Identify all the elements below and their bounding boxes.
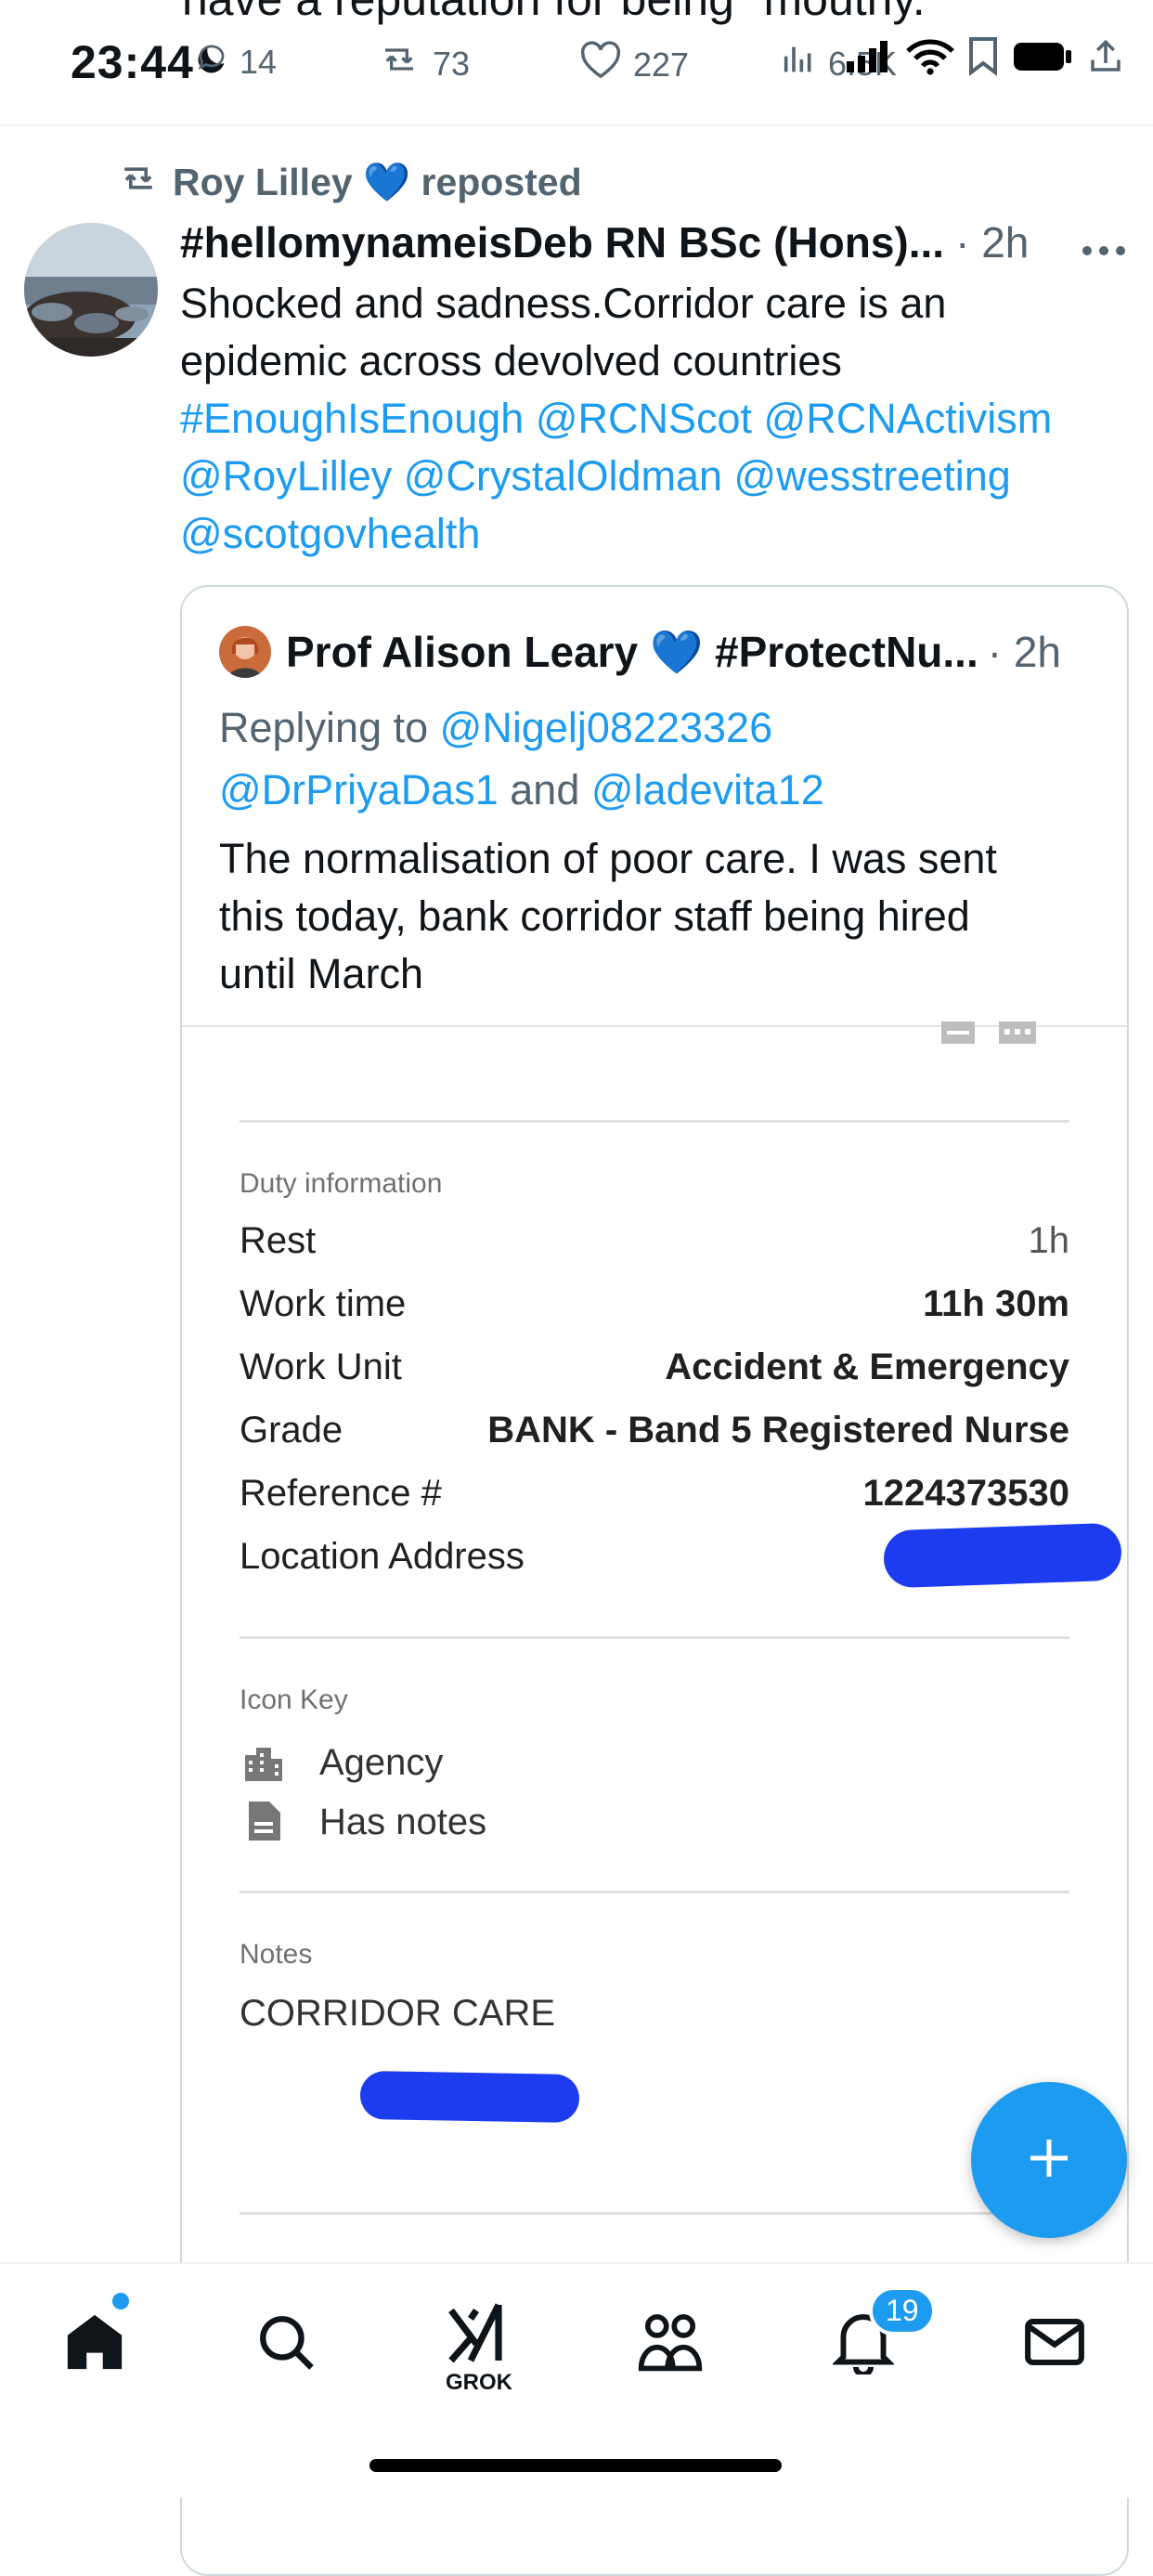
home-icon — [62, 2309, 127, 2379]
notes-icon — [939, 1021, 977, 1054]
signal-icon — [845, 41, 893, 77]
mail-icon — [1024, 2314, 1085, 2374]
duty-grade-label: Grade — [240, 1410, 343, 1451]
duty-information-title: Duty information — [240, 1168, 443, 1199]
duty-rest-value: 1h — [1028, 1220, 1070, 1261]
notes-title: Notes — [240, 1939, 313, 1970]
tweet-text-line: @scotgovhealth — [180, 505, 1118, 563]
nav-home[interactable] — [48, 2297, 141, 2390]
search-icon — [255, 2311, 317, 2377]
reply-count-value: 14 — [240, 42, 278, 81]
grok-label: GROK — [446, 2369, 512, 2395]
tweet-text: Shocked and sadness.Corridor care is an e… — [180, 275, 1118, 563]
nav-communities[interactable] — [624, 2297, 717, 2390]
divider — [240, 1891, 1069, 1893]
icon-key-title: Icon Key — [240, 1685, 348, 1715]
redaction-scribble — [359, 2070, 580, 2124]
divider — [240, 2212, 1069, 2215]
tweet-text-segment: Shocked and sadness.Corridor care is an — [180, 280, 947, 327]
duty-reference-label: Reference # — [240, 1473, 442, 1514]
like-count[interactable]: 227 — [579, 41, 689, 88]
bookmark-icon[interactable] — [967, 37, 999, 81]
notes-text: CORRIDOR CARE — [240, 1993, 556, 2034]
duty-worktime-value: 11h 30m — [923, 1283, 1069, 1324]
nav-grok[interactable]: GROK — [433, 2288, 525, 2409]
icon-key-agency: Agency — [319, 1742, 444, 1783]
author-avatar[interactable] — [24, 223, 158, 357]
system-icons — [845, 37, 1125, 81]
duty-workunit-label: Work Unit — [240, 1347, 402, 1387]
nav-search[interactable] — [240, 2297, 332, 2390]
wifi-icon — [906, 38, 954, 80]
tweet-header: #hellomynameisDeb RN BSc (Hons)... · 2h — [180, 217, 1127, 267]
reply-mention-1[interactable]: @Nigelj08223326 — [440, 704, 772, 751]
building-icon — [243, 1744, 284, 1786]
reply-icon — [195, 41, 228, 83]
plus-icon — [1023, 2132, 1075, 2189]
grok-icon — [446, 2302, 512, 2368]
nav-messages[interactable] — [1008, 2297, 1101, 2390]
tweet-time: · 2h — [955, 218, 1030, 267]
duty-reference-value: 1224373530 — [862, 1473, 1069, 1514]
divider — [240, 1120, 1069, 1123]
duty-location-label: Location Address — [240, 1536, 525, 1577]
home-new-indicator — [110, 2290, 132, 2312]
quoted-text-line: The normalisation of poor care. I was se… — [219, 835, 997, 882]
heart-icon — [579, 41, 622, 88]
author-name[interactable]: #hellomynameisDeb RN BSc (Hons)... — [180, 217, 944, 267]
document-icon — [247, 1800, 282, 1847]
repost-label[interactable]: Roy Lilley 💙 reposted — [173, 161, 582, 205]
agency-icon — [997, 1021, 1038, 1054]
tweet-text-line: Shocked and sadness.Corridor care is an — [180, 275, 1118, 332]
quoted-author-name[interactable]: Prof Alison Leary 💙 #ProtectNu... — [286, 627, 978, 678]
like-count-value: 227 — [633, 45, 690, 84]
notification-badge: 19 — [869, 2286, 936, 2335]
repost-icon — [377, 41, 421, 86]
icon-key-has-notes: Has notes — [319, 1802, 487, 1842]
repost-count[interactable]: 73 — [377, 41, 470, 86]
communities-icon — [636, 2309, 705, 2379]
quoted-text-line: this today, bank corridor staff being hi… — [219, 892, 970, 940]
replying-to: Replying to @Nigelj08223326 @DrPriyaDas1… — [219, 696, 1101, 821]
duty-workunit-value: Accident & Emergency — [665, 1347, 1069, 1387]
tweet-link[interactable]: @RoyLilley @CrystalOldman @wesstreeting — [180, 452, 1011, 500]
quoted-text-line: until March — [219, 950, 424, 997]
redaction-scribble — [882, 1522, 1123, 1589]
repost-icon — [117, 160, 160, 206]
top-status-area: have a reputation for being "mouthy." 23… — [0, 0, 1153, 126]
repost-count-value: 73 — [433, 44, 471, 83]
previous-tweet-text: have a reputation for being "mouthy." — [182, 0, 941, 26]
tweet-link[interactable]: #EnoughIsEnough @RCNScot @RCNActivism — [180, 395, 1052, 442]
status-time: 23:44 — [71, 36, 194, 88]
compose-button[interactable] — [971, 2082, 1127, 2238]
more-icon[interactable] — [1081, 217, 1127, 267]
duty-rest-label: Rest — [240, 1220, 317, 1261]
tweet-text-line: @RoyLilley @CrystalOldman @wesstreeting — [180, 448, 1118, 505]
reply-count[interactable]: 14 — [195, 41, 277, 83]
quoted-tweet-time: · 2h — [987, 628, 1061, 676]
share-icon[interactable] — [1086, 37, 1125, 81]
repost-header: Roy Lilley 💙 reposted — [117, 160, 582, 206]
quoted-author-avatar[interactable] — [219, 626, 271, 678]
tweet-text-line: epidemic across devolved countries — [180, 332, 1118, 390]
duty-grade-value: BANK - Band 5 Registered Nurse — [487, 1410, 1069, 1451]
duty-worktime-label: Work time — [240, 1283, 407, 1324]
tweet-text-line: #EnoughIsEnough @RCNScot @RCNActivism — [180, 390, 1118, 448]
tweet-text-segment: epidemic across devolved countries — [180, 337, 842, 384]
divider — [240, 1636, 1069, 1639]
reply-mention-2[interactable]: @DrPriyaDas1 — [219, 766, 499, 813]
replying-prefix: Replying to — [219, 704, 429, 751]
replying-and: and — [510, 766, 580, 813]
reply-mention-3[interactable]: @ladevita12 — [591, 766, 824, 813]
chart-icon — [780, 41, 817, 86]
quoted-tweet-header: Prof Alison Leary 💙 #ProtectNu... · 2h — [219, 626, 1101, 678]
quoted-tweet-text: The normalisation of poor care. I was se… — [219, 830, 1110, 1003]
home-indicator — [369, 2459, 782, 2472]
battery-icon — [1012, 41, 1073, 77]
tweet-link[interactable]: @scotgovhealth — [180, 510, 480, 557]
